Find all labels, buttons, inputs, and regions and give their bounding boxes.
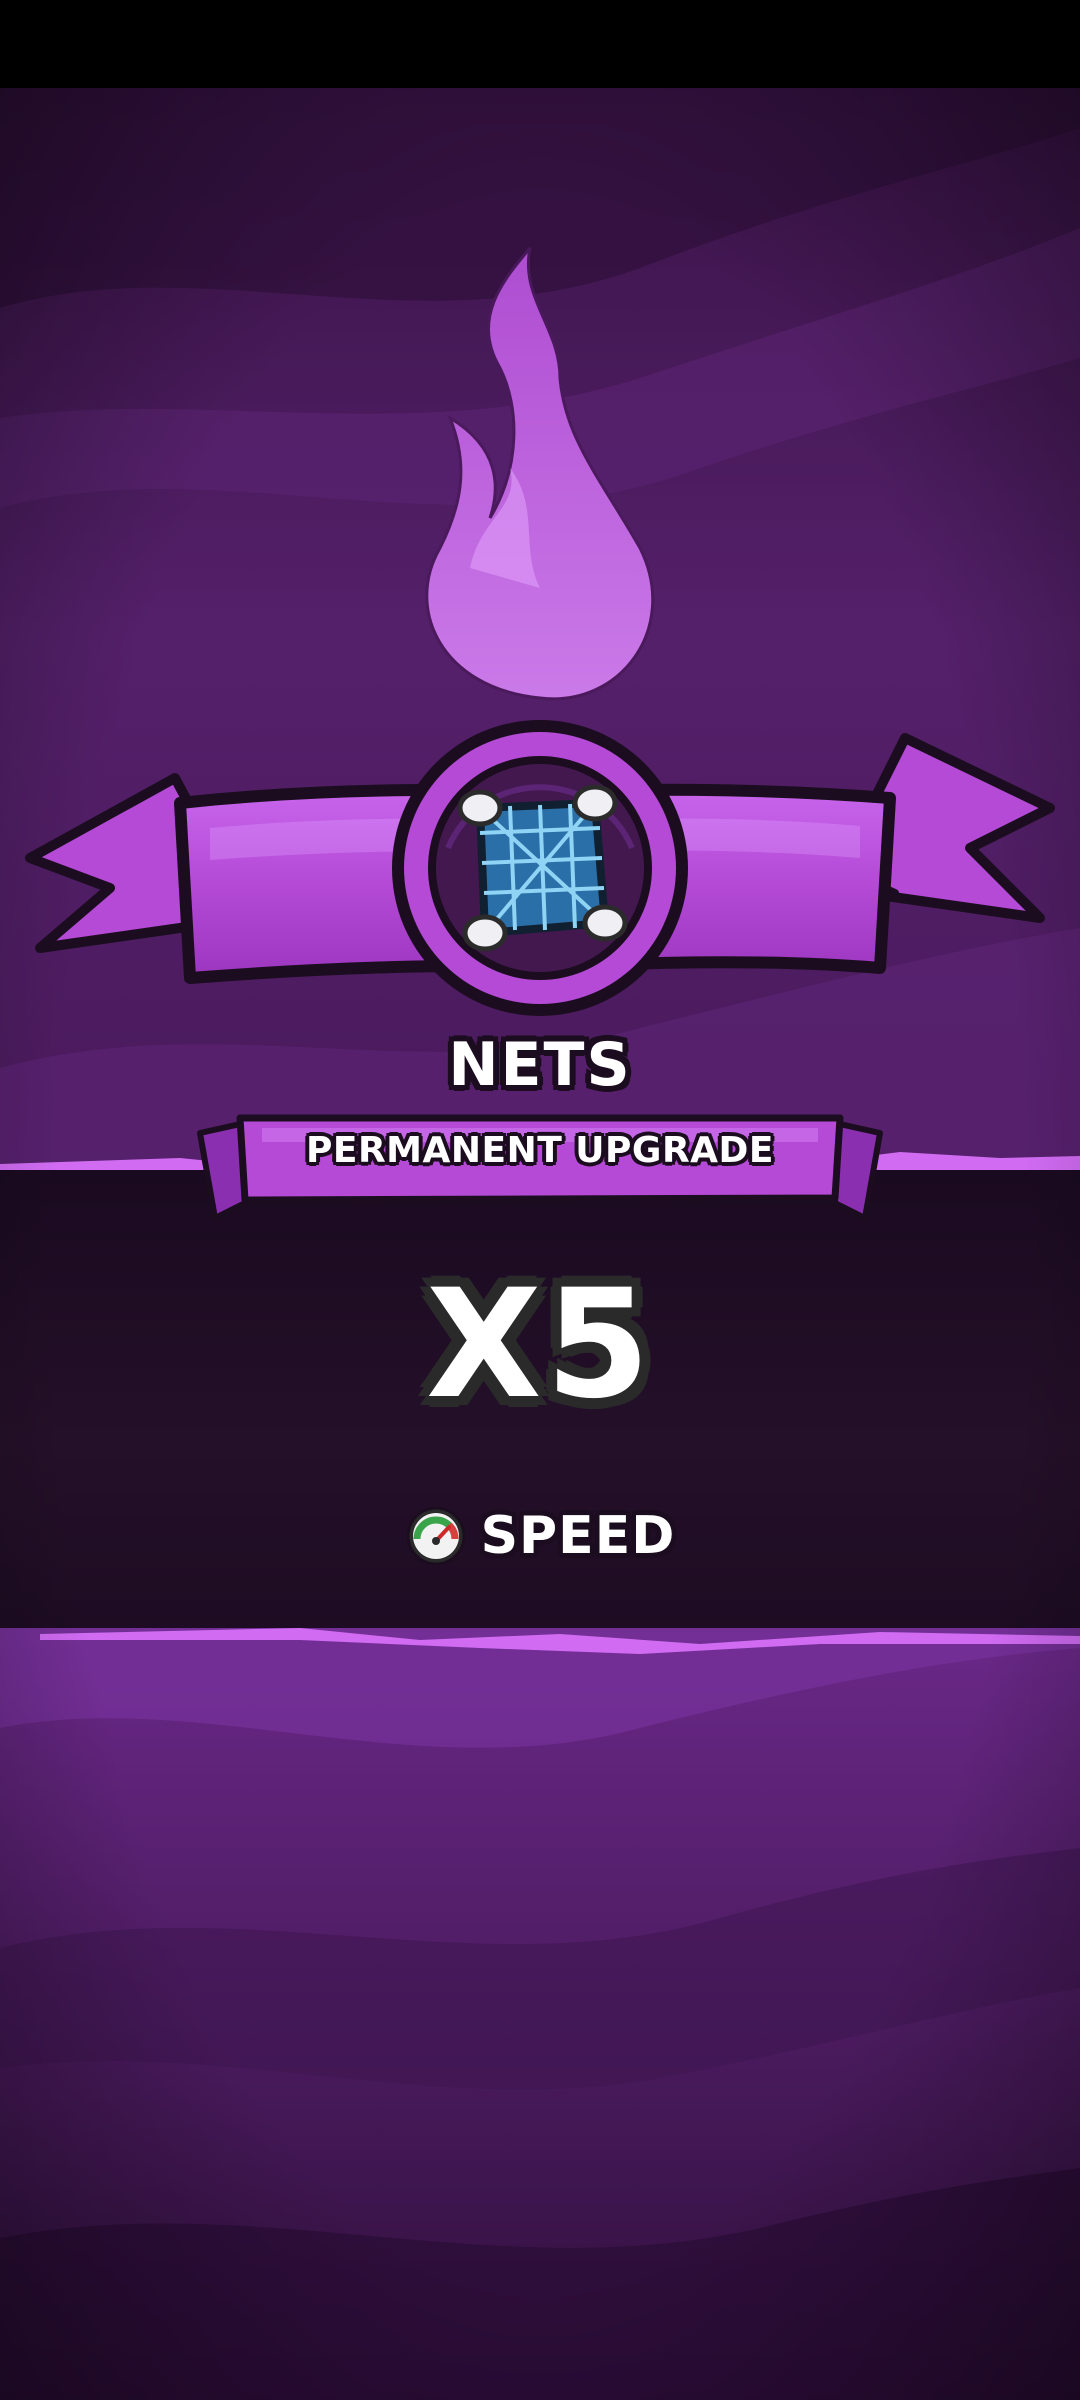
reward-screen[interactable]: NETS PERMANENT UPGRADE X5 SPEED (0, 0, 1080, 2400)
fishing-net-icon (457, 784, 628, 952)
multiplier-value: X5 (425, 1258, 655, 1432)
stat-label: SPEED (480, 1506, 676, 1566)
stat-row: SPEED (0, 1505, 1080, 1567)
speedometer-icon (406, 1506, 466, 1566)
status-bar (0, 0, 1080, 88)
background (0, 88, 1080, 2400)
upgrade-type-label: PERMANENT UPGRADE (305, 1130, 775, 1171)
item-name: NETS (448, 1030, 632, 1100)
